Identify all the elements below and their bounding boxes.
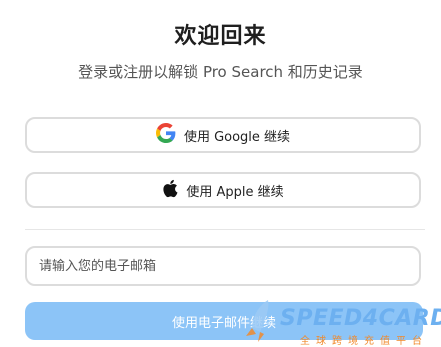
email-continue-label: 使用电子邮件继续: [171, 315, 276, 331]
login-modal: 欢迎回来 登录或注册以解锁 Pro Search 和历史记录 使用 Google…: [0, 0, 441, 347]
page-title: 欢迎回来: [174, 24, 267, 49]
apple-continue-button[interactable]: 使用 Apple 继续: [25, 172, 421, 208]
google-continue-button[interactable]: 使用 Google 继续: [25, 117, 421, 153]
google-continue-label: 使用 Google 继续: [183, 129, 291, 145]
email-input[interactable]: [25, 246, 421, 286]
email-continue-button[interactable]: 使用电子邮件继续: [25, 302, 423, 340]
google-logo-icon: [155, 123, 176, 147]
apple-continue-label: 使用 Apple 继续: [186, 184, 284, 200]
apple-logo-icon: [162, 179, 178, 202]
page-subtitle: 登录或注册以解锁 Pro Search 和历史记录: [78, 63, 363, 81]
divider: [25, 229, 425, 230]
